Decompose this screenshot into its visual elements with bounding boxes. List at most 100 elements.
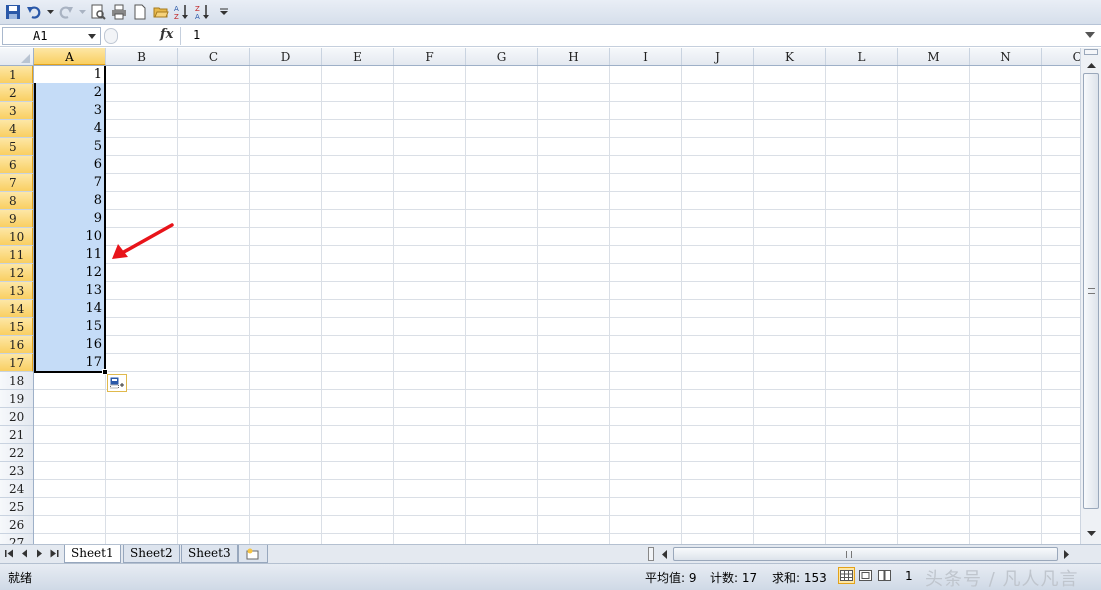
cell-a1[interactable]: 1	[34, 66, 102, 84]
row-header-15[interactable]: 15	[0, 318, 33, 336]
row-header-3[interactable]: 3	[0, 102, 33, 120]
chevron-down-icon[interactable]	[88, 34, 96, 39]
row-header-11[interactable]: 11	[0, 246, 33, 264]
column-header-e[interactable]: E	[322, 48, 394, 65]
row-header-12[interactable]: 12	[0, 264, 33, 282]
cell-a2[interactable]: 2	[34, 84, 102, 102]
row-header-13[interactable]: 13	[0, 282, 33, 300]
page-break-view-button[interactable]	[876, 567, 893, 584]
cell-a16[interactable]: 16	[34, 336, 102, 354]
print-preview-icon[interactable]	[89, 3, 107, 21]
horizontal-split-box[interactable]	[648, 547, 654, 561]
normal-view-button[interactable]	[838, 567, 855, 584]
zoom-level[interactable]: 1	[905, 569, 913, 583]
cell-a8[interactable]: 8	[34, 192, 102, 210]
column-header-f[interactable]: F	[394, 48, 466, 65]
sort-descending-icon[interactable]: ZA	[194, 3, 212, 21]
vertical-scrollbar[interactable]	[1080, 48, 1101, 544]
cell-a10[interactable]: 10	[34, 228, 102, 246]
auto-fill-options-button[interactable]	[107, 374, 127, 392]
save-icon[interactable]	[4, 3, 22, 21]
cell-a5[interactable]: 5	[34, 138, 102, 156]
column-header-n[interactable]: N	[970, 48, 1042, 65]
row-header-22[interactable]: 22	[0, 444, 33, 462]
status-count[interactable]: 计数: 17	[710, 569, 757, 586]
row-header-9[interactable]: 9	[0, 210, 33, 228]
formula-bar-splitter[interactable]	[104, 28, 118, 44]
column-header-a[interactable]: A	[34, 48, 106, 65]
column-header-i[interactable]: I	[610, 48, 682, 65]
cell-a14[interactable]: 14	[34, 300, 102, 318]
column-header-o[interactable]: O	[1042, 48, 1080, 65]
row-header-20[interactable]: 20	[0, 408, 33, 426]
column-header-g[interactable]: G	[466, 48, 538, 65]
column-header-b[interactable]: B	[106, 48, 178, 65]
redo-icon[interactable]	[57, 3, 75, 21]
cell-a11[interactable]: 11	[34, 246, 102, 264]
cell-a6[interactable]: 6	[34, 156, 102, 174]
vertical-scroll-thumb[interactable]	[1083, 73, 1099, 509]
status-average[interactable]: 平均值: 9	[645, 569, 697, 586]
row-header-2[interactable]: 2	[0, 84, 33, 102]
row-header-25[interactable]: 25	[0, 498, 33, 516]
cell-a9[interactable]: 9	[34, 210, 102, 228]
sort-ascending-icon[interactable]: AZ	[173, 3, 191, 21]
column-header-h[interactable]: H	[538, 48, 610, 65]
cell-a13[interactable]: 13	[34, 282, 102, 300]
page-layout-view-button[interactable]	[857, 567, 874, 584]
cell-a15[interactable]: 15	[34, 318, 102, 336]
undo-icon[interactable]	[25, 3, 43, 21]
row-header-1[interactable]: 1	[0, 66, 33, 84]
insert-function-icon[interactable]: fx	[160, 27, 173, 42]
row-header-17[interactable]: 17	[0, 354, 33, 372]
cell-a7[interactable]: 7	[34, 174, 102, 192]
row-header-5[interactable]: 5	[0, 138, 33, 156]
redo-dropdown-icon[interactable]	[78, 3, 86, 21]
scroll-up-button[interactable]	[1084, 58, 1098, 72]
column-header-k[interactable]: K	[754, 48, 826, 65]
row-header-18[interactable]: 18	[0, 372, 33, 390]
status-sum[interactable]: 求和: 153	[772, 569, 827, 586]
row-header-8[interactable]: 8	[0, 192, 33, 210]
cell-a4[interactable]: 4	[34, 120, 102, 138]
print-icon[interactable]	[110, 3, 128, 21]
formula-input[interactable]: 1	[180, 27, 1085, 45]
next-sheet-button[interactable]	[33, 547, 45, 560]
row-header-16[interactable]: 16	[0, 336, 33, 354]
new-document-icon[interactable]	[131, 3, 149, 21]
scroll-left-button[interactable]	[658, 547, 670, 561]
vertical-split-box[interactable]	[1084, 49, 1098, 55]
cell-a17[interactable]: 17	[34, 354, 102, 372]
scroll-down-button[interactable]	[1084, 526, 1098, 540]
column-header-l[interactable]: L	[826, 48, 898, 65]
sheet-tab-sheet3[interactable]: Sheet3	[181, 545, 238, 563]
row-header-4[interactable]: 4	[0, 120, 33, 138]
worksheet-grid[interactable]: 1 2 3 4 5 6 7 8 9 10 11 12 13 14 15 16 17	[34, 66, 1080, 544]
row-header-23[interactable]: 23	[0, 462, 33, 480]
row-header-24[interactable]: 24	[0, 480, 33, 498]
first-sheet-button[interactable]	[3, 547, 15, 560]
scroll-right-button[interactable]	[1060, 547, 1072, 561]
row-header-14[interactable]: 14	[0, 300, 33, 318]
column-header-m[interactable]: M	[898, 48, 970, 65]
row-header-21[interactable]: 21	[0, 426, 33, 444]
row-header-10[interactable]: 10	[0, 228, 33, 246]
open-folder-icon[interactable]	[152, 3, 170, 21]
cell-a12[interactable]: 12	[34, 264, 102, 282]
row-header-19[interactable]: 19	[0, 390, 33, 408]
previous-sheet-button[interactable]	[18, 547, 30, 560]
expand-formula-bar-icon[interactable]	[1085, 32, 1095, 38]
customize-toolbar-icon[interactable]	[215, 3, 233, 21]
sheet-tab-sheet2[interactable]: Sheet2	[123, 545, 180, 563]
column-header-j[interactable]: J	[682, 48, 754, 65]
insert-worksheet-button[interactable]	[238, 545, 268, 563]
row-header-6[interactable]: 6	[0, 156, 33, 174]
column-header-c[interactable]: C	[178, 48, 250, 65]
sheet-tab-sheet1[interactable]: Sheet1	[64, 545, 121, 563]
last-sheet-button[interactable]	[48, 547, 60, 560]
column-header-d[interactable]: D	[250, 48, 322, 65]
select-all-button[interactable]	[0, 48, 34, 65]
horizontal-scroll-thumb[interactable]	[673, 547, 1058, 561]
row-header-27[interactable]: 27	[0, 534, 33, 544]
undo-dropdown-icon[interactable]	[46, 3, 54, 21]
